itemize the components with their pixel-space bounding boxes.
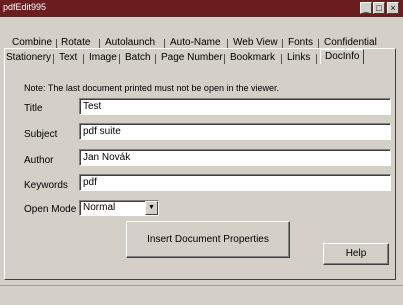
title-field[interactable]: Test bbox=[79, 98, 391, 115]
subject-label: Subject bbox=[24, 129, 58, 140]
app-window: pdfEdit995 _ □ × Combine Rotate Autolaun… bbox=[0, 0, 403, 305]
open-mode-select[interactable]: Normal ▼ bbox=[79, 200, 159, 216]
open-mode-label: Open Mode bbox=[24, 204, 77, 215]
insert-document-properties-button[interactable]: Insert Document Properties bbox=[126, 221, 290, 258]
help-button[interactable]: Help bbox=[323, 243, 389, 265]
minimize-button[interactable]: _ bbox=[360, 2, 372, 14]
open-mode-value: Normal bbox=[83, 202, 116, 213]
author-field[interactable]: Jan Novák bbox=[79, 149, 391, 166]
bottom-divider bbox=[0, 285, 403, 286]
keywords-label: Keywords bbox=[24, 180, 68, 191]
author-label: Author bbox=[24, 155, 54, 166]
chevron-down-icon[interactable]: ▼ bbox=[145, 201, 158, 215]
title-bar[interactable]: pdfEdit995 _ □ × bbox=[0, 0, 403, 17]
keywords-field[interactable]: pdf bbox=[79, 174, 391, 191]
maximize-button[interactable]: □ bbox=[373, 2, 385, 14]
subject-field[interactable]: pdf suite bbox=[79, 123, 391, 140]
close-button[interactable]: × bbox=[387, 2, 399, 14]
window-title: pdfEdit995 bbox=[3, 2, 47, 12]
title-label: Title bbox=[24, 103, 43, 114]
note-text: Note: The last document printed must not… bbox=[24, 83, 279, 93]
